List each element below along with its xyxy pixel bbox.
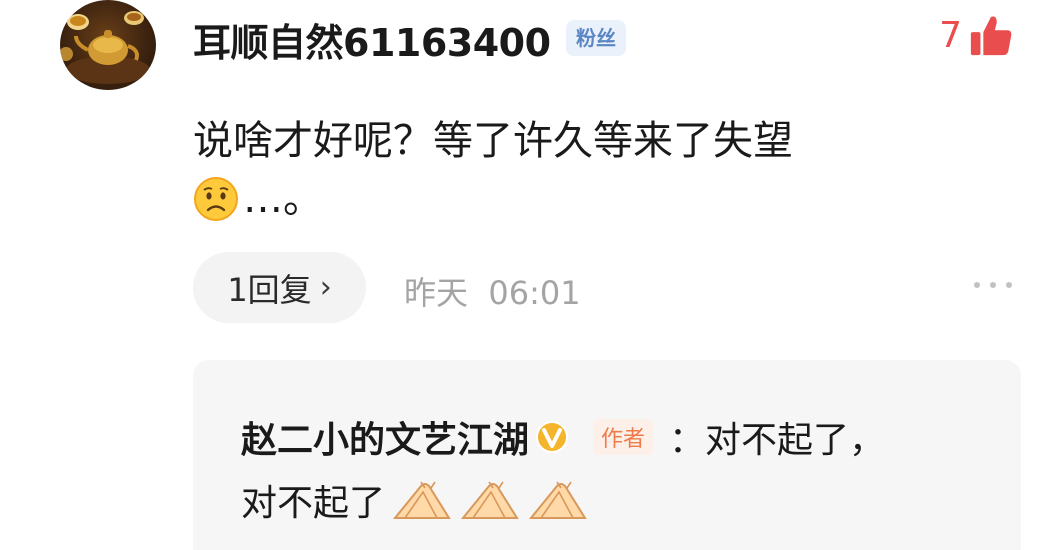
reply-line-1: 赵二小的文艺江湖 作者 ：对不起了， (241, 411, 885, 463)
more-dots-icon[interactable] (974, 282, 1012, 288)
comment-body: 说啥才好呢？等了许久等来了失望 (193, 118, 793, 164)
comment-text: 说啥才好呢？等了许久等来了失望 …。 (193, 112, 953, 228)
reply-author[interactable]: 赵二小的文艺江湖 (241, 411, 529, 463)
reply-line-2: 对不起了 (241, 474, 589, 526)
comment-time: 昨天 06:01 (404, 274, 581, 312)
clapping-hands-emoji (392, 481, 451, 519)
reply-text-line-2: 对不起了 (241, 483, 386, 524)
clapping-hands-emoji (460, 481, 519, 519)
comment-username[interactable]: 耳顺自然61163400 (193, 12, 551, 67)
avatar[interactable] (60, 0, 156, 90)
clapping-hands-emoji (528, 481, 587, 519)
verified-v-icon (536, 421, 569, 453)
chevron-right-icon: › (319, 270, 332, 305)
like-count: 7 (939, 15, 962, 56)
reply-count-label: 1回复 (227, 270, 312, 309)
teapot-avatar-image (60, 11, 150, 84)
reply-text-line-1: ：对不起了， (669, 420, 886, 461)
comment-body-tail: …。 (243, 176, 323, 222)
author-tag: 作者 (593, 419, 654, 455)
view-replies-button[interactable]: 1回复 › (193, 252, 366, 323)
like-button[interactable]: 7 (939, 8, 1014, 64)
sad-face-emoji (194, 177, 238, 221)
thumbs-up-icon (970, 16, 1012, 56)
fan-badge: 粉丝 (566, 20, 626, 56)
